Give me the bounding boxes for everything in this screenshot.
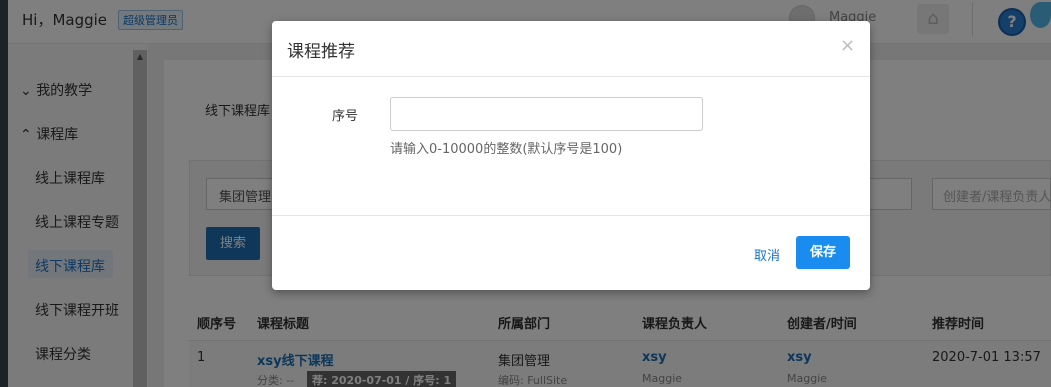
order-number-input[interactable] <box>390 97 703 131</box>
order-field-help: 请输入0-10000的整数(默认序号是100) <box>390 142 623 157</box>
order-field-label: 序号 <box>332 109 359 124</box>
close-icon[interactable]: × <box>840 35 855 56</box>
dialog-divider-top <box>272 76 870 77</box>
save-button[interactable]: 保存 <box>796 236 850 269</box>
dialog-divider-bottom <box>272 215 870 216</box>
course-recommend-dialog: 课程推荐 × 序号 请输入0-10000的整数(默认序号是100) 取消 保存 <box>272 21 870 290</box>
dialog-title: 课程推荐 <box>287 42 355 62</box>
cancel-button[interactable]: 取消 <box>754 245 780 264</box>
